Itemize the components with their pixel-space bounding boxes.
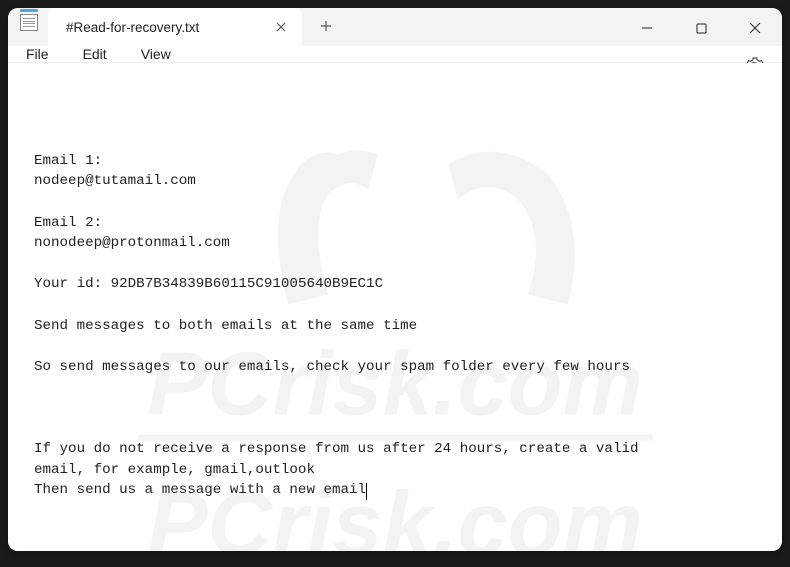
body-line-3a: If you do not receive a response from us…	[34, 441, 639, 457]
id-value: 92DB7B34839B60115C91005640B9EC1C	[111, 276, 383, 292]
text-cursor	[366, 483, 367, 500]
body-line-3b: email, for example, gmail,outlook	[34, 462, 315, 478]
document-text: Email 1: nodeep@tutamail.com Email 2: no…	[34, 151, 762, 501]
maximize-button[interactable]	[674, 8, 728, 48]
email2-value: nonodeep@protonmail.com	[34, 235, 230, 251]
window-controls	[620, 8, 782, 48]
new-tab-button[interactable]	[308, 8, 344, 44]
notepad-window: #Read-for-recovery.txt File Edit View	[8, 8, 782, 551]
menubar: File Edit View	[8, 46, 782, 63]
menu-edit[interactable]: Edit	[83, 46, 107, 62]
email1-value: nodeep@tutamail.com	[34, 173, 196, 189]
body-line-4: Then send us a message with a new email	[34, 482, 366, 498]
titlebar: #Read-for-recovery.txt	[8, 8, 782, 46]
close-tab-icon[interactable]	[274, 20, 288, 34]
body-line-2: So send messages to our emails, check yo…	[34, 359, 630, 375]
active-tab[interactable]: #Read-for-recovery.txt	[48, 8, 302, 46]
email2-label: Email 2:	[34, 215, 102, 231]
close-window-button[interactable]	[728, 8, 782, 48]
text-content-area[interactable]: PCrisk.com PCrisk.com Email 1: nodeep@tu…	[8, 63, 782, 551]
minimize-button[interactable]	[620, 8, 674, 48]
id-label: Your id:	[34, 276, 102, 292]
menu-file[interactable]: File	[26, 46, 49, 62]
email1-label: Email 1:	[34, 153, 102, 169]
body-line-1: Send messages to both emails at the same…	[34, 318, 417, 334]
tab-title: #Read-for-recovery.txt	[66, 20, 199, 35]
menu-view[interactable]: View	[141, 46, 171, 62]
notepad-icon	[20, 9, 38, 31]
